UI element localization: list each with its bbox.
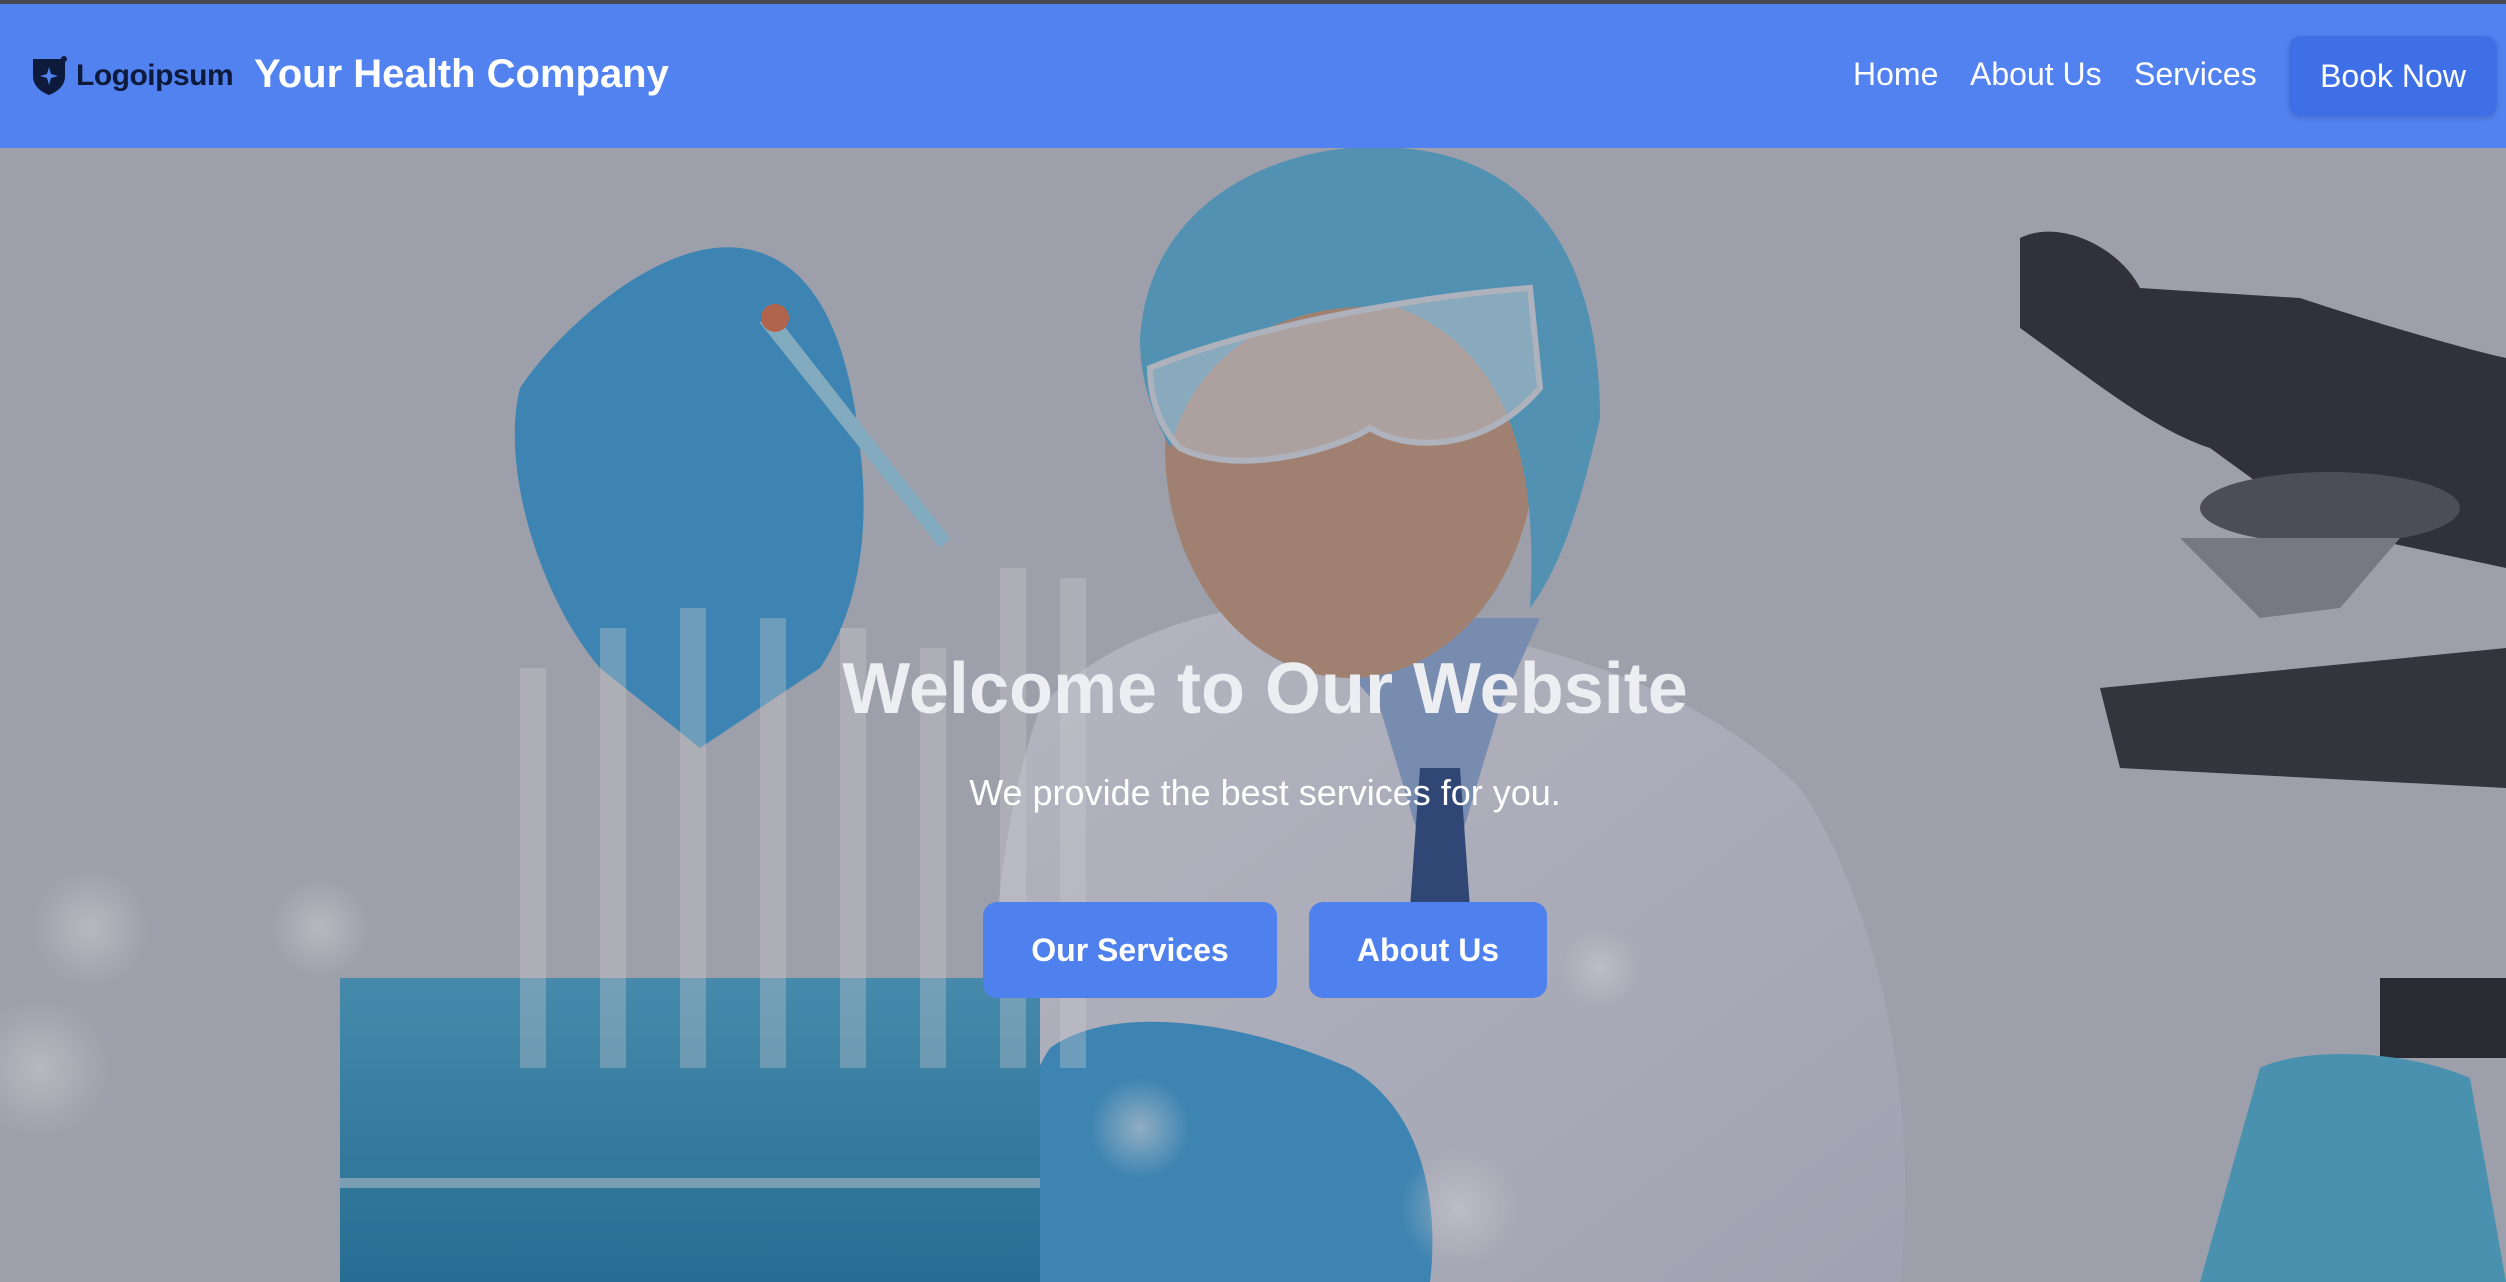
logo-text: Logoipsum xyxy=(76,59,234,92)
hero-title: Welcome to Our Website xyxy=(842,649,1688,729)
page: Logoipsum Your Health Company Home About… xyxy=(0,0,2506,1282)
nav-home[interactable]: Home xyxy=(1853,56,1938,93)
shield-logo-icon xyxy=(33,56,67,95)
logo[interactable]: Logoipsum xyxy=(30,54,234,98)
site-title[interactable]: Your Health Company xyxy=(254,52,669,97)
our-services-button[interactable]: Our Services xyxy=(983,902,1277,998)
nav-services[interactable]: Services xyxy=(2134,56,2257,93)
navbar: Logoipsum Your Health Company Home About… xyxy=(0,4,2506,148)
book-now-button[interactable]: Book Now xyxy=(2289,36,2497,116)
about-us-button[interactable]: About Us xyxy=(1309,902,1547,998)
hero-section: Welcome to Our Website We provide the be… xyxy=(0,148,2506,1282)
nav-about-us[interactable]: About Us xyxy=(1970,56,2102,93)
hero-subtitle: We provide the best services for you. xyxy=(969,772,1561,813)
